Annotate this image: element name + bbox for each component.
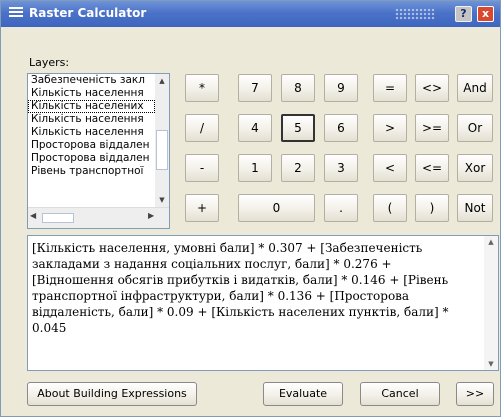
layer-item[interactable]: Просторова віддален xyxy=(28,152,155,165)
not-equal-button[interactable]: <> xyxy=(415,74,449,102)
title-grip-pattern xyxy=(395,8,435,20)
scroll-left-icon[interactable]: ◀ xyxy=(30,211,36,220)
raster-calculator-window: Raster Calculator ? x Layers: Забезпечен… xyxy=(0,0,501,417)
greater-equal-button[interactable]: >= xyxy=(415,114,449,142)
layers-label: Layers: xyxy=(29,56,70,69)
layer-item[interactable]: Забезпеченість закл xyxy=(28,74,155,87)
subtract-button[interactable]: - xyxy=(185,154,219,182)
layer-item[interactable]: Кількість населення xyxy=(28,126,155,139)
layer-item[interactable]: Рівень транспортної xyxy=(28,165,155,178)
digit-2-button[interactable]: 2 xyxy=(281,154,315,182)
not-button[interactable]: Not xyxy=(457,194,493,222)
or-button[interactable]: Or xyxy=(457,114,493,142)
scroll-right-icon[interactable]: ▶ xyxy=(148,211,154,220)
scroll-up-icon[interactable]: ▲ xyxy=(155,74,169,88)
layer-item[interactable]: Кількість населення xyxy=(28,87,155,100)
help-button[interactable]: ? xyxy=(455,6,472,22)
equals-button[interactable]: = xyxy=(373,74,407,102)
digit-1-button[interactable]: 1 xyxy=(238,154,272,182)
layer-item[interactable]: Кількість населення xyxy=(28,113,155,126)
scroll-down-icon[interactable]: ▼ xyxy=(155,193,169,207)
window-title: Raster Calculator xyxy=(29,6,147,20)
layers-listbox[interactable]: Забезпеченість закл Кількість населення … xyxy=(27,73,170,229)
layers-hscroll-thumb[interactable] xyxy=(42,213,74,223)
digit-3-button[interactable]: 3 xyxy=(324,154,358,182)
digit-7-button[interactable]: 7 xyxy=(238,74,272,102)
multiply-button[interactable]: * xyxy=(185,74,219,102)
xor-button[interactable]: Xor xyxy=(457,154,493,182)
layers-scroll-thumb[interactable] xyxy=(156,130,168,170)
expression-text[interactable]: [Кількість населення, умовні бали] * 0.3… xyxy=(32,240,472,336)
digit-5-button[interactable]: 5 xyxy=(281,114,315,142)
decimal-point-button[interactable]: . xyxy=(324,194,358,222)
layer-item-selected[interactable]: Кількість населених xyxy=(28,100,155,113)
digit-4-button[interactable]: 4 xyxy=(238,114,272,142)
less-than-button[interactable]: < xyxy=(373,154,407,182)
cancel-button[interactable]: Cancel xyxy=(360,382,440,406)
layers-list[interactable]: Забезпеченість закл Кількість населення … xyxy=(28,74,155,207)
about-building-expressions-button[interactable]: About Building Expressions xyxy=(27,382,197,406)
digit-8-button[interactable]: 8 xyxy=(281,74,315,102)
layer-item[interactable]: Просторова віддален xyxy=(28,139,155,152)
close-paren-button[interactable]: ) xyxy=(415,194,449,222)
add-button[interactable]: + xyxy=(185,194,219,222)
and-button[interactable]: And xyxy=(457,74,493,102)
digit-0-button[interactable]: 0 xyxy=(238,194,315,222)
scroll-up-icon[interactable]: ▲ xyxy=(484,238,498,246)
calculator-icon xyxy=(9,7,23,20)
divide-button[interactable]: / xyxy=(185,114,219,142)
greater-than-button[interactable]: > xyxy=(373,114,407,142)
open-paren-button[interactable]: ( xyxy=(373,194,407,222)
layers-vertical-scrollbar[interactable]: ▲ ▼ xyxy=(155,74,169,207)
evaluate-button[interactable]: Evaluate xyxy=(263,382,343,406)
less-equal-button[interactable]: <= xyxy=(415,154,449,182)
layers-horizontal-scrollbar[interactable]: ◀ ▶ xyxy=(28,207,169,228)
expression-scrollbar[interactable]: ▲ ▼ xyxy=(484,236,498,370)
close-button[interactable]: x xyxy=(477,6,494,22)
scroll-down-icon[interactable]: ▼ xyxy=(484,360,498,368)
more-options-button[interactable]: >> xyxy=(456,382,494,406)
digit-9-button[interactable]: 9 xyxy=(324,74,358,102)
expression-textarea[interactable]: [Кількість населення, умовні бали] * 0.3… xyxy=(27,235,499,371)
title-bar[interactable]: Raster Calculator ? x xyxy=(1,1,500,27)
digit-6-button[interactable]: 6 xyxy=(324,114,358,142)
